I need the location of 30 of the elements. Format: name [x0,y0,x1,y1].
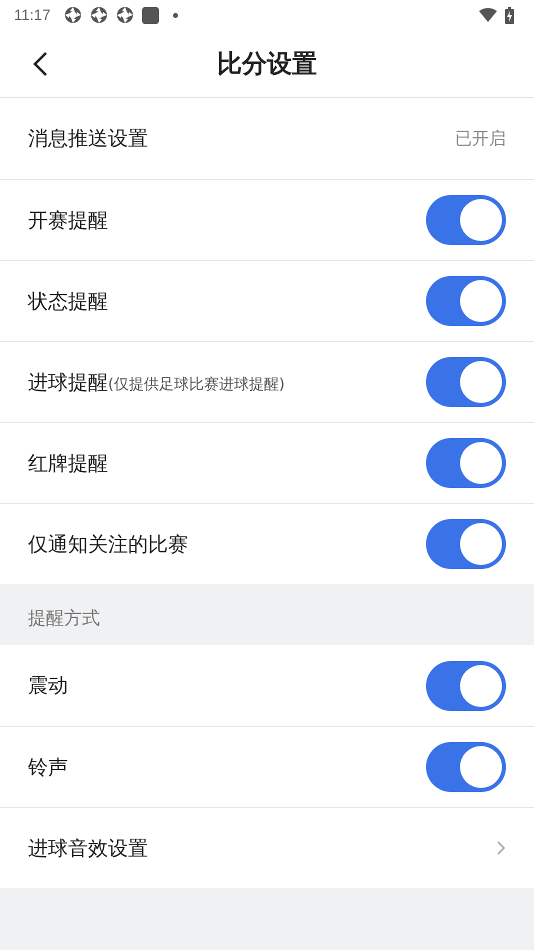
section-title: 提醒方式 [28,606,100,630]
setting-label[interactable]: 进球音效设置 [28,834,496,862]
status-time: 11:17 [14,6,50,24]
back-icon[interactable] [32,51,48,77]
setting-label: 铃声 [28,754,69,780]
setting-label: 红牌提醒 [28,450,109,476]
setting-label: 消息推送设置 [28,125,149,152]
app-icon [142,6,160,24]
setting-label: 仅通知关注的比赛 [28,530,189,558]
status-value: 已开启 [455,128,506,150]
page-title: 比分设置 [217,48,317,80]
wifi-icon [479,8,497,22]
battery-icon [505,6,514,24]
toggle-switch[interactable] [426,276,506,326]
setting-label: 开赛提醒 [28,206,109,234]
toggle-switch[interactable] [426,660,506,710]
setting-hint: (仅提供足球比赛进球提醒) [108,374,285,394]
toggle-switch[interactable] [426,519,506,569]
toggle-switch[interactable] [426,742,506,792]
toggle-switch[interactable] [426,357,506,407]
notification-icon [116,6,134,24]
setting-label: 震动 [28,672,69,699]
setting-label: 状态提醒 [28,288,109,314]
setting-label: 进球提醒 [28,368,108,396]
chevron-right-icon [496,840,506,856]
notification-icon [90,6,108,24]
notification-icon [64,6,82,24]
dot-icon [173,12,178,18]
toggle-switch[interactable] [426,195,506,245]
toggle-switch[interactable] [426,438,506,488]
